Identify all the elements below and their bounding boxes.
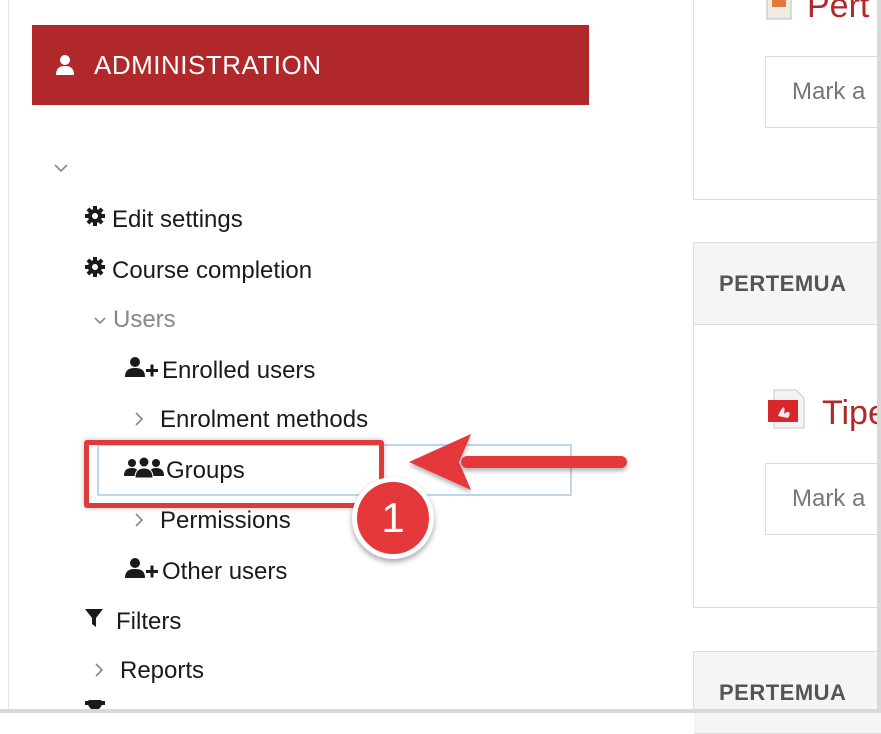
section-title: PERTEMUA [694,652,881,734]
gear-icon [84,205,106,234]
user-plus-icon [124,356,162,385]
administration-title: ADMINISTRATION [94,49,322,80]
section-title: PERTEMUA [694,243,881,325]
course-section-2: PERTEMUA [693,651,881,734]
step-number: 1 [381,494,405,541]
arrow-icon [409,434,627,490]
other-users-label: Other users [162,557,288,585]
course-completion-label: Course completion [112,256,313,284]
user-icon [54,54,76,76]
edit-settings-label: Edit settings [112,205,243,233]
mark-as-done-label: Mark a [792,485,866,512]
top-resource-link[interactable]: Pert [765,0,869,30]
chevron-down-icon [93,306,107,334]
mark-as-done-button[interactable]: Mark a [765,463,881,535]
chevron-right-icon [94,657,104,685]
next-item-partial [84,700,112,713]
file-icon [765,0,793,30]
admin-collapse-toggle[interactable] [53,157,69,180]
administration-header: ADMINISTRATION [32,25,589,105]
top-resource-label: Pert [807,0,870,25]
edit-settings-link[interactable]: Edit settings [84,205,243,234]
course-completion-link[interactable]: Course completion [84,256,312,285]
gear-icon [84,700,106,713]
highlight-box [84,440,384,508]
pdf-icon [768,388,808,439]
mark-as-done-button[interactable]: Mark a [765,56,881,128]
reports-label: Reports [120,657,205,684]
filters-link[interactable]: Filters [84,607,181,636]
user-plus-icon [124,557,162,586]
users-label: Users [113,306,176,333]
enrolled-users-label: Enrolled users [162,356,316,384]
enrolment-methods-label: Enrolment methods [160,406,369,433]
step-badge: 1 [352,477,434,559]
enrolment-methods-node[interactable]: Enrolment methods [134,406,368,434]
gear-icon [84,256,106,285]
reports-node[interactable]: Reports [94,657,204,685]
pdf-resource-label: Tipe [822,394,881,432]
pdf-resource-link[interactable]: Tipe [768,388,881,439]
users-node[interactable]: Users [93,306,176,334]
filter-icon [84,607,104,636]
mark-as-done-label: Mark a [792,78,866,105]
filters-label: Filters [116,607,182,635]
chevron-right-icon [134,507,144,535]
chevron-down-icon [53,157,69,180]
page-border [8,0,9,713]
permissions-node[interactable]: Permissions [134,507,291,535]
enrolled-users-link[interactable]: Enrolled users [124,356,315,385]
permissions-label: Permissions [160,507,291,534]
other-users-link[interactable]: Other users [124,557,287,586]
chevron-right-icon [134,406,144,434]
